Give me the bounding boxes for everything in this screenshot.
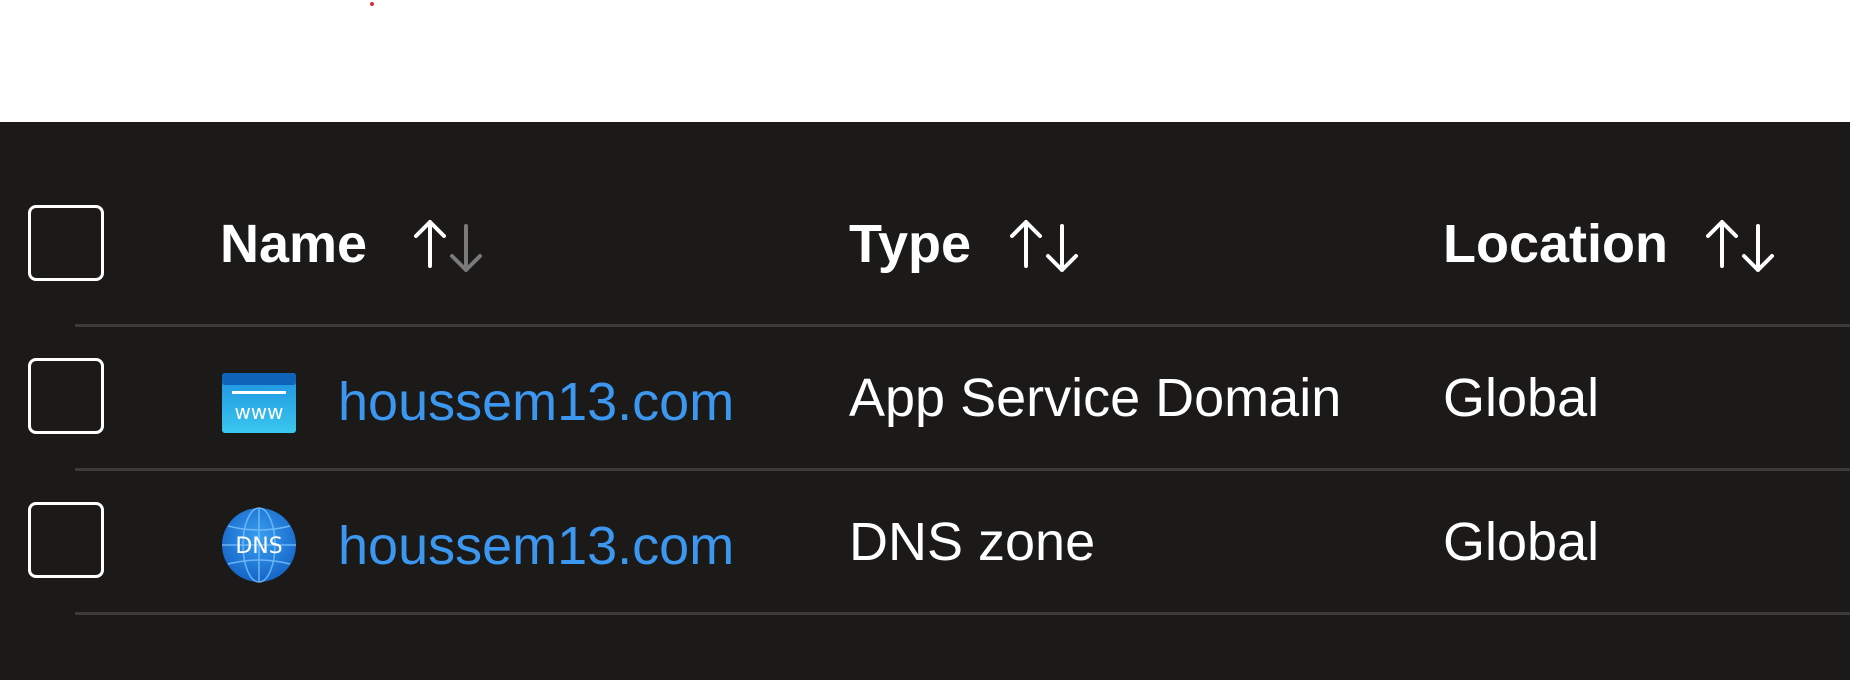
svg-text:DNS: DNS bbox=[235, 534, 282, 559]
top-area bbox=[0, 0, 1850, 122]
sort-name-icon[interactable] bbox=[408, 214, 486, 278]
resource-name-link[interactable]: houssem13.com bbox=[338, 514, 734, 578]
resource-location: Global bbox=[1443, 512, 1600, 572]
resource-name-link[interactable]: houssem13.com bbox=[338, 370, 734, 434]
sort-type-icon[interactable] bbox=[1004, 214, 1082, 278]
indicator-dot bbox=[370, 2, 374, 6]
sort-location-icon[interactable] bbox=[1700, 214, 1778, 278]
row-checkbox[interactable] bbox=[28, 358, 104, 434]
select-all-checkbox[interactable] bbox=[28, 205, 104, 281]
resource-type: App Service Domain bbox=[849, 368, 1342, 428]
column-header-location[interactable]: Location bbox=[1443, 212, 1668, 276]
resource-grid: Name Type Location www houssem13.com App… bbox=[0, 122, 1850, 680]
resource-type: DNS zone bbox=[849, 512, 1096, 572]
column-header-name[interactable]: Name bbox=[220, 212, 367, 276]
resource-location: Global bbox=[1443, 368, 1600, 428]
www-domain-icon: www bbox=[220, 371, 298, 449]
header-divider bbox=[75, 324, 1850, 327]
dns-zone-icon: DNS bbox=[220, 506, 298, 584]
row-divider bbox=[75, 468, 1850, 471]
row-checkbox[interactable] bbox=[28, 502, 104, 578]
column-header-type[interactable]: Type bbox=[849, 212, 971, 276]
svg-text:www: www bbox=[234, 400, 283, 424]
row-divider bbox=[75, 612, 1850, 615]
